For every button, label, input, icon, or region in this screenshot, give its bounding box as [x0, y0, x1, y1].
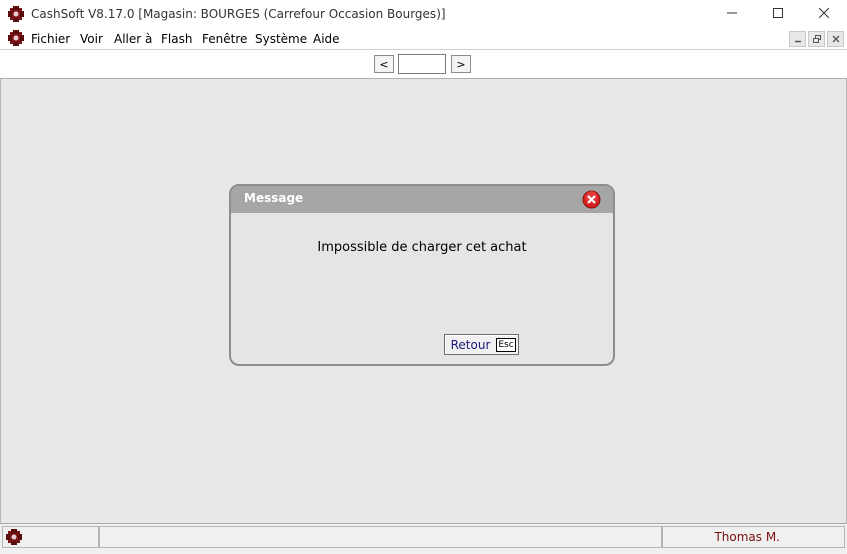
menu-fenetre[interactable]: Fenêtre	[202, 32, 247, 46]
maximize-icon	[773, 7, 783, 21]
mdi-close-icon	[832, 32, 840, 46]
dialog-message: Impossible de charger cet achat	[317, 240, 527, 255]
mdi-restore-button[interactable]	[808, 31, 825, 47]
menu-aller-a[interactable]: Aller à	[114, 32, 152, 46]
close-button[interactable]	[801, 0, 847, 28]
menu-voir[interactable]: Voir	[80, 32, 103, 46]
retour-button[interactable]: Retour Esc	[444, 334, 519, 355]
mdi-minimize-icon	[794, 32, 802, 46]
minimize-icon	[727, 7, 737, 21]
page-input[interactable]	[398, 54, 446, 74]
cashsoft-logo-icon[interactable]	[8, 30, 24, 46]
mdi-close-button[interactable]	[827, 31, 844, 47]
esc-shortcut-badge: Esc	[496, 337, 516, 352]
mdi-minimize-button[interactable]	[789, 31, 806, 47]
maximize-button[interactable]	[755, 0, 801, 28]
status-user-name: Thomas M.	[714, 530, 780, 544]
status-bar: Thomas M.	[0, 523, 847, 554]
status-cell-message	[99, 526, 662, 548]
previous-button[interactable]: <	[374, 55, 394, 73]
dialog-title: Message	[244, 191, 304, 205]
menu-systeme[interactable]: Système	[255, 32, 307, 46]
status-cell-logo	[2, 526, 99, 548]
cashsoft-logo-icon[interactable]	[8, 6, 24, 22]
window-title: CashSoft V8.17.0 [Magasin: BOURGES (Carr…	[31, 7, 446, 21]
mdi-restore-icon	[812, 32, 821, 46]
menu-flash[interactable]: Flash	[161, 32, 192, 46]
next-button[interactable]: >	[451, 55, 471, 73]
dialog-close-icon[interactable]	[582, 190, 601, 209]
retour-button-label: Retour	[450, 337, 491, 352]
menu-aide[interactable]: Aide	[313, 32, 340, 46]
menu-fichier[interactable]: Fichier	[31, 32, 70, 46]
dialog-header: Message	[231, 186, 613, 213]
message-dialog: Message Impossible de charger cet achat …	[229, 184, 615, 366]
title-bar: CashSoft V8.17.0 [Magasin: BOURGES (Carr…	[0, 0, 847, 28]
navigation-bar: < >	[0, 50, 847, 79]
close-icon	[818, 7, 830, 21]
minimize-button[interactable]	[709, 0, 755, 28]
menu-bar: Fichier Voir Aller à Flash Fenêtre Systè…	[0, 28, 847, 50]
